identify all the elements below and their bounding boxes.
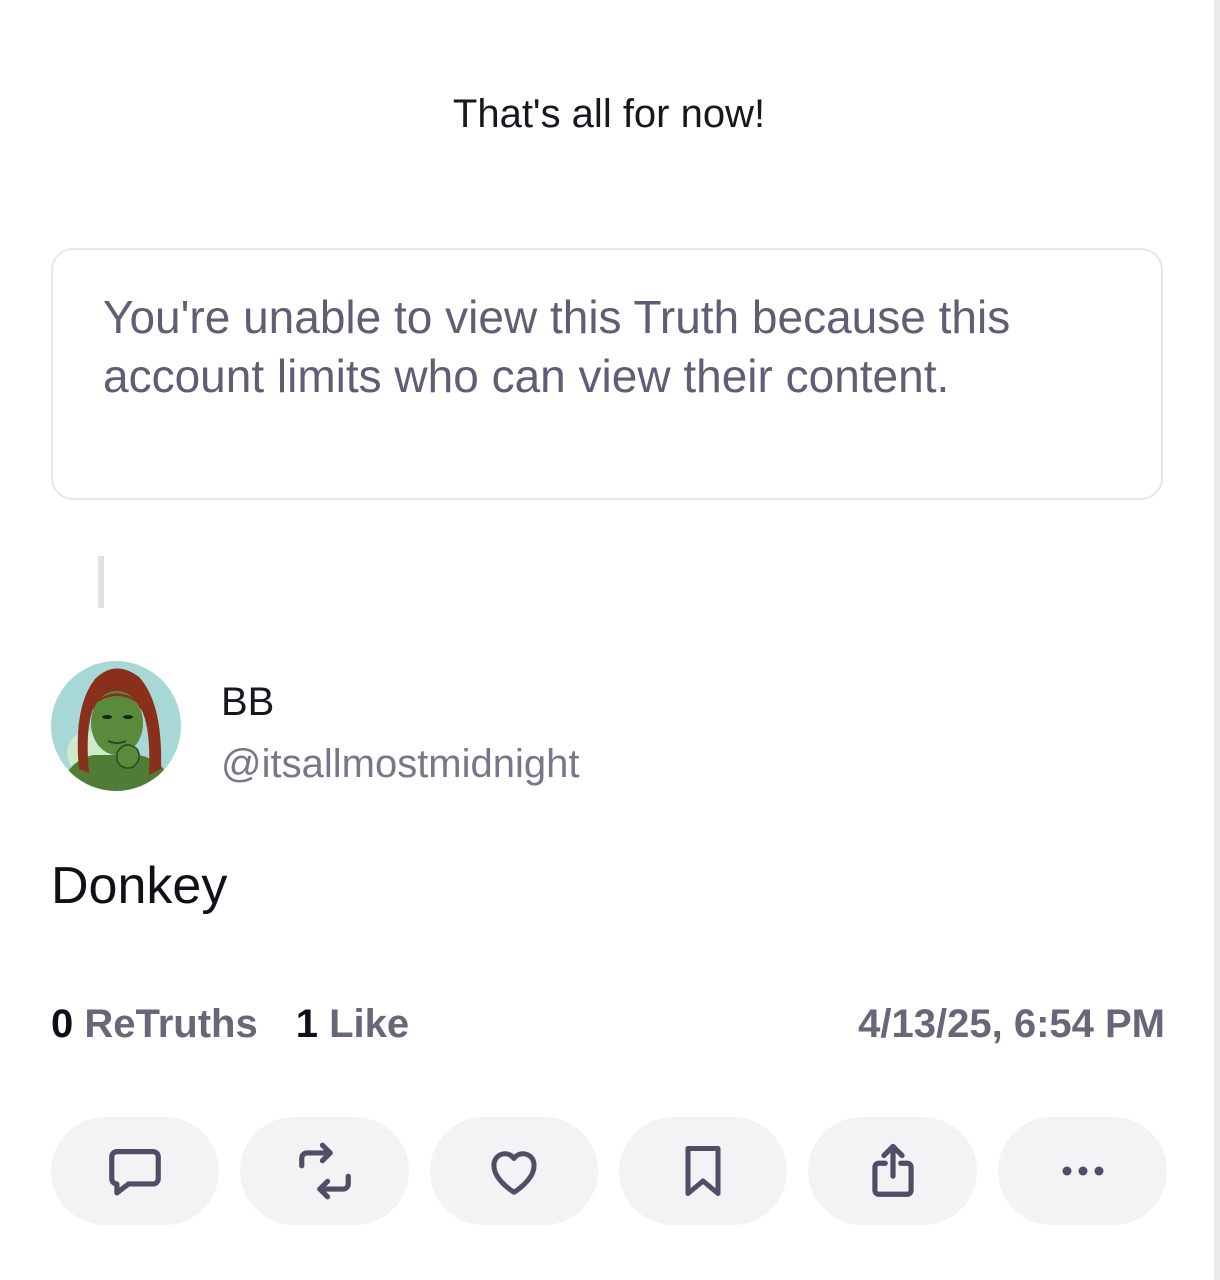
share-button[interactable]: [808, 1117, 977, 1225]
repost-icon: [298, 1142, 351, 1200]
retruths-stat[interactable]: 0 ReTruths: [51, 1002, 258, 1047]
author-avatar[interactable]: [51, 661, 181, 791]
share-icon: [871, 1143, 914, 1197]
heart-icon: [491, 1151, 537, 1195]
like-button[interactable]: [430, 1117, 598, 1225]
retruth-button[interactable]: [240, 1117, 409, 1225]
restricted-truth-card: You're unable to view this Truth because…: [51, 248, 1163, 500]
feed-end-message: That's all for now!: [452, 92, 766, 136]
retruths-count: 0: [51, 1002, 74, 1046]
author-handle[interactable]: @itsallmostmidnight: [221, 742, 580, 787]
thread-connector-line: [98, 556, 104, 608]
comment-icon: [109, 1149, 161, 1196]
retruths-label: ReTruths: [84, 1002, 258, 1046]
more-icon: [1062, 1166, 1103, 1176]
post-timestamp[interactable]: 4/13/25, 6:54 PM: [858, 1002, 1165, 1047]
bookmark-button[interactable]: [619, 1117, 787, 1225]
more-button[interactable]: [998, 1117, 1167, 1225]
reply-button[interactable]: [51, 1117, 219, 1225]
likes-count: 1: [295, 1002, 318, 1046]
author-display-name[interactable]: BB: [221, 680, 274, 725]
restricted-truth-message: You're unable to view this Truth because…: [103, 291, 1011, 402]
bookmark-icon: [685, 1146, 721, 1196]
post-stats: 0 ReTruths 1 Like: [51, 1002, 409, 1047]
post-content: Donkey: [51, 857, 228, 915]
scrollbar-track: [1214, 0, 1220, 1280]
avatar-image: [51, 661, 181, 791]
likes-label: Like: [329, 1002, 410, 1046]
likes-stat[interactable]: 1 Like: [296, 1002, 409, 1047]
